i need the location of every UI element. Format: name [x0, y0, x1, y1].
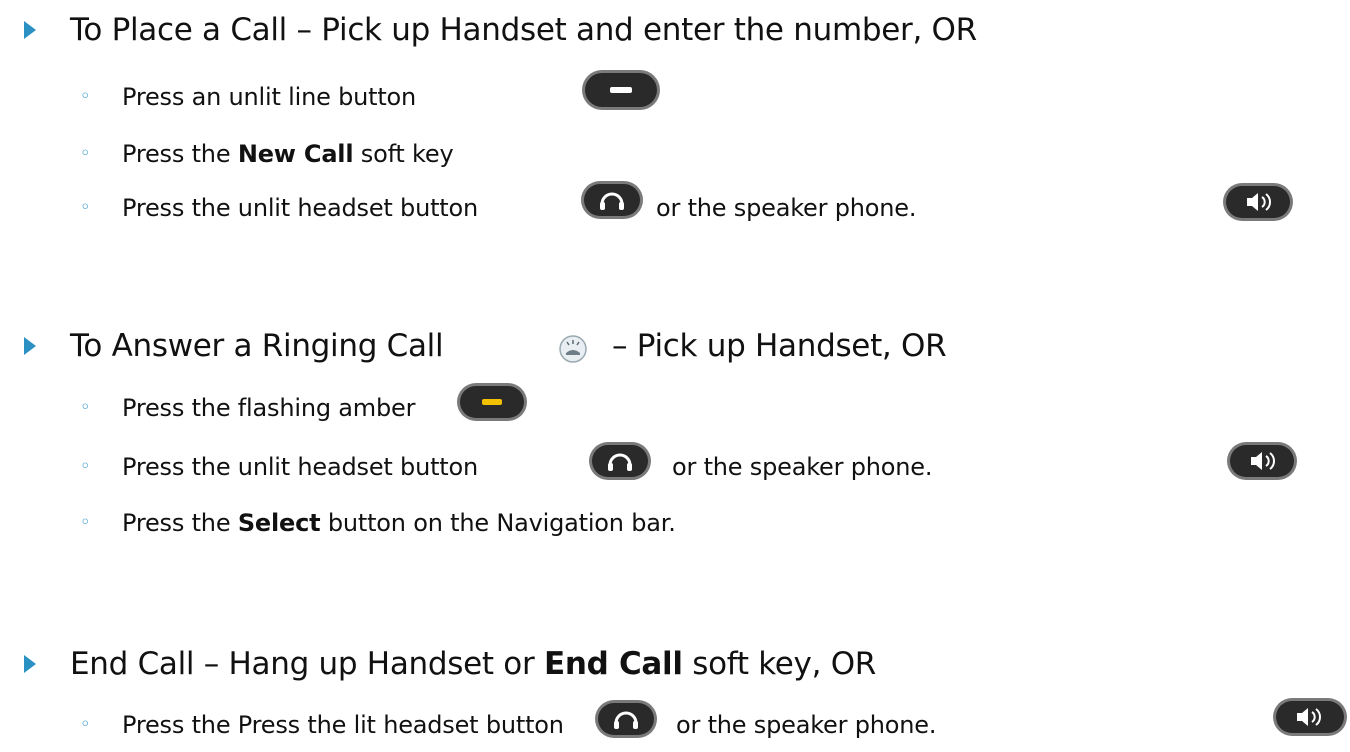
item-after-text: or the speaker phone. [672, 453, 933, 481]
heading-text: End Call – Hang up Handset or End Call s… [70, 646, 877, 682]
item-text: Press the unlit headset button [122, 194, 478, 222]
bullet-arrow-icon [24, 337, 36, 355]
item-text: Press the unlit headset button [122, 453, 478, 481]
item-after-text: or the speaker phone. [676, 711, 937, 739]
ringing-phone-icon [558, 334, 588, 364]
headset-button-icon [580, 180, 644, 220]
heading-text: – Pick up Handset, OR [612, 328, 947, 364]
sub-bullet-icon: ◦ [80, 397, 91, 418]
sub-bullet-icon: ◦ [80, 456, 91, 477]
sub-bullet-icon: ◦ [80, 143, 91, 164]
sub-bullet-icon: ◦ [80, 512, 91, 533]
speaker-button-icon [1222, 182, 1294, 222]
headset-button-icon [594, 699, 658, 739]
heading-text: To Answer a Ringing Call [70, 328, 444, 364]
item-text: Press the Select button on the Navigatio… [122, 509, 676, 537]
amber-line-button-icon [456, 382, 528, 422]
sub-bullet-icon: ◦ [80, 714, 91, 735]
headset-button-icon [588, 441, 652, 481]
speaker-button-icon [1272, 697, 1348, 737]
item-text: Press the flashing amber [122, 394, 416, 422]
line-button-icon [580, 68, 662, 112]
item-text: Press the Press the lit headset button [122, 711, 564, 739]
bullet-arrow-icon [24, 655, 36, 673]
bullet-arrow-icon [24, 21, 36, 39]
sub-bullet-icon: ◦ [80, 197, 91, 218]
item-after-text: or the speaker phone. [656, 194, 917, 222]
item-text: Press the New Call soft key [122, 140, 454, 168]
heading-text: To Place a Call – Pick up Handset and en… [70, 12, 977, 48]
speaker-button-icon [1226, 441, 1298, 481]
item-text: Press an unlit line button [122, 83, 417, 111]
sub-bullet-icon: ◦ [80, 86, 91, 107]
